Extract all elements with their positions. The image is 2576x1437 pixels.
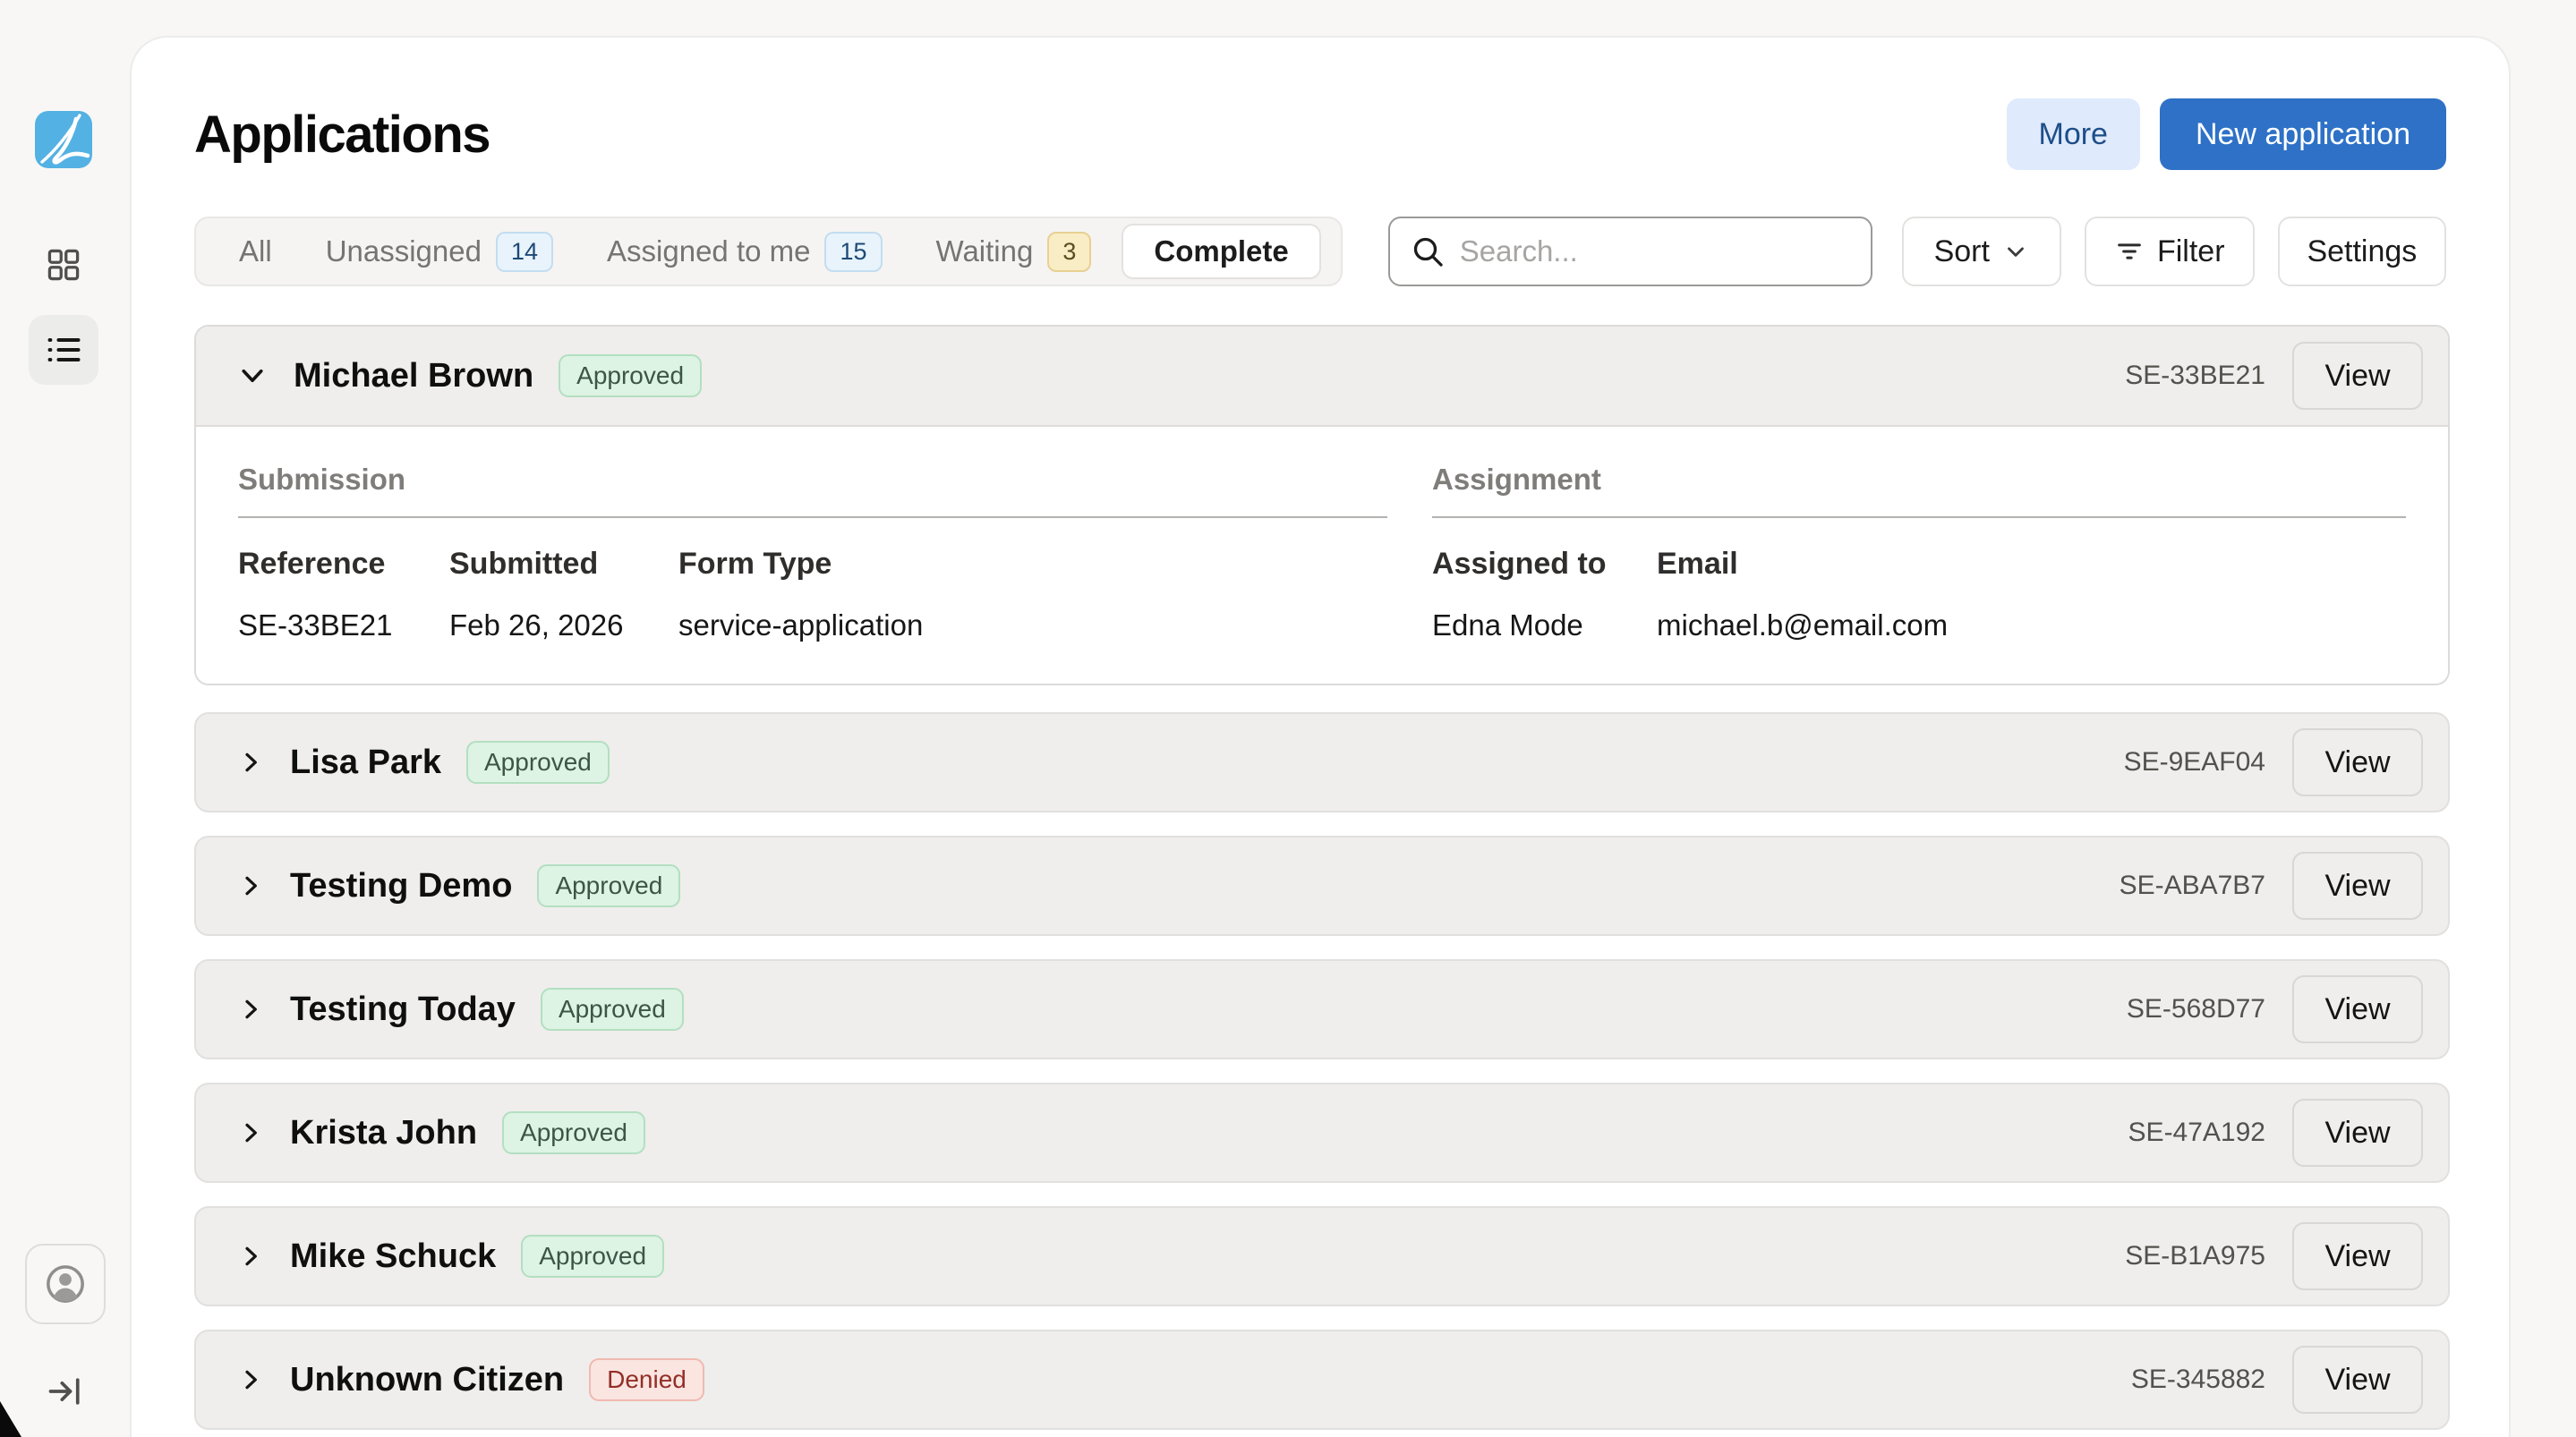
submission-heading: Submission: [238, 463, 1387, 518]
application-detail: Submission Reference SE-33BE21 Submitted…: [196, 427, 2448, 684]
email-value: michael.b@email.com: [1657, 608, 2406, 642]
view-button[interactable]: View: [2292, 852, 2423, 920]
sort-button[interactable]: Sort: [1902, 217, 2061, 286]
applicant-name: Mike Schuck: [290, 1237, 496, 1276]
status-badge: Denied: [589, 1358, 704, 1401]
view-button[interactable]: View: [2292, 1222, 2423, 1290]
tab-unassigned[interactable]: Unassigned 14: [299, 232, 580, 272]
main-panel: Applications More New application All Un…: [130, 36, 2511, 1437]
controls-row: All Unassigned 14 Assigned to me 15 Wait…: [194, 217, 2446, 286]
assignment-section: Assignment Assigned to Edna Mode Email m…: [1432, 463, 2406, 642]
search-input[interactable]: [1460, 234, 1851, 268]
email-header: Email: [1657, 547, 2406, 582]
page-header: Applications More New application: [194, 97, 2446, 172]
applications-list-icon[interactable]: [29, 315, 98, 385]
settings-button[interactable]: Settings: [2278, 217, 2446, 286]
app-logo[interactable]: [35, 111, 92, 168]
status-badge: Approved: [541, 988, 684, 1031]
reference-code: SE-B1A975: [2125, 1241, 2265, 1271]
chevron-down-icon: [2002, 238, 2029, 265]
filter-tabs: All Unassigned 14 Assigned to me 15 Wait…: [194, 217, 1343, 286]
tab-waiting[interactable]: Waiting 3: [909, 232, 1119, 272]
reference-code: SE-568D77: [2127, 994, 2265, 1025]
form-type-header: Form Type: [678, 547, 1387, 582]
new-application-button[interactable]: New application: [2160, 98, 2446, 170]
user-avatar-icon: [43, 1262, 88, 1306]
assigned-count-badge: 15: [824, 232, 882, 272]
applicant-name: Michael Brown: [294, 357, 533, 395]
application-row[interactable]: Michael Brown Approved SE-33BE21 View: [196, 327, 2448, 427]
submitted-header: Submitted: [449, 547, 678, 582]
application-row[interactable]: Testing Today Approved SE-568D77 View: [194, 959, 2450, 1059]
submitted-value: Feb 26, 2026: [449, 608, 678, 642]
application-row[interactable]: Krista John Approved SE-47A192 View: [194, 1083, 2450, 1183]
reference-code: SE-33BE21: [2125, 361, 2265, 391]
header-actions: More New application: [2007, 98, 2447, 170]
chevron-right-icon[interactable]: [236, 1242, 265, 1271]
chevron-right-icon[interactable]: [236, 1118, 265, 1147]
page-title: Applications: [194, 105, 490, 165]
reference-code: SE-ABA7B7: [2120, 871, 2265, 901]
application-row[interactable]: Lisa Park Approved SE-9EAF04 View: [194, 712, 2450, 812]
application-row[interactable]: Testing Demo Approved SE-ABA7B7 View: [194, 836, 2450, 936]
applicant-name: Testing Today: [290, 991, 516, 1029]
view-button[interactable]: View: [2292, 728, 2423, 796]
sidebar: [0, 0, 130, 1437]
applicant-name: Testing Demo: [290, 867, 512, 906]
chevron-down-icon[interactable]: [236, 360, 269, 392]
assigned-to-header: Assigned to: [1432, 547, 1657, 582]
waiting-count-badge: 3: [1047, 232, 1091, 272]
search-box[interactable]: [1388, 217, 1872, 286]
status-badge: Approved: [559, 354, 702, 397]
application-card-expanded: Michael Brown Approved SE-33BE21 View Su…: [194, 325, 2450, 685]
assignment-heading: Assignment: [1432, 463, 2406, 518]
applications-list: Michael Brown Approved SE-33BE21 View Su…: [194, 325, 2446, 1430]
chevron-right-icon[interactable]: [236, 1365, 265, 1394]
filter-button[interactable]: Filter: [2085, 217, 2255, 286]
status-badge: Approved: [521, 1235, 664, 1278]
chevron-right-icon[interactable]: [236, 995, 265, 1024]
view-button[interactable]: View: [2292, 342, 2423, 410]
application-row[interactable]: Mike Schuck Approved SE-B1A975 View: [194, 1206, 2450, 1306]
status-badge: Approved: [466, 741, 610, 784]
view-button[interactable]: View: [2292, 1099, 2423, 1167]
filter-lines-icon: [2114, 236, 2145, 267]
tab-complete[interactable]: Complete: [1122, 224, 1320, 279]
reference-code: SE-345882: [2131, 1365, 2265, 1395]
reference-header: Reference: [238, 547, 449, 582]
status-badge: Approved: [537, 864, 680, 907]
more-button[interactable]: More: [2007, 98, 2140, 170]
tab-all[interactable]: All: [212, 234, 299, 268]
tab-assigned-to-me[interactable]: Assigned to me 15: [580, 232, 909, 272]
submission-section: Submission Reference SE-33BE21 Submitted…: [238, 463, 1387, 642]
unassigned-count-badge: 14: [496, 232, 553, 272]
applicant-name: Unknown Citizen: [290, 1361, 564, 1399]
chevron-right-icon[interactable]: [236, 748, 265, 777]
view-button[interactable]: View: [2292, 1346, 2423, 1414]
chevron-right-icon[interactable]: [236, 872, 265, 900]
dashboard-grid-icon[interactable]: [42, 243, 85, 286]
reference-code: SE-9EAF04: [2124, 747, 2265, 778]
user-avatar-button[interactable]: [25, 1244, 106, 1324]
applicant-name: Lisa Park: [290, 744, 441, 782]
expand-sidebar-icon[interactable]: [46, 1372, 85, 1411]
applicant-name: Krista John: [290, 1114, 477, 1152]
mouse-cursor-fragment: [0, 1401, 21, 1437]
reference-value: SE-33BE21: [238, 608, 449, 642]
application-row[interactable]: Unknown Citizen Denied SE-345882 View: [194, 1330, 2450, 1430]
assigned-to-value: Edna Mode: [1432, 608, 1657, 642]
view-button[interactable]: View: [2292, 975, 2423, 1043]
reference-code: SE-47A192: [2128, 1118, 2265, 1148]
form-type-value: service-application: [678, 608, 1387, 642]
status-badge: Approved: [502, 1111, 645, 1154]
search-icon: [1410, 234, 1446, 269]
